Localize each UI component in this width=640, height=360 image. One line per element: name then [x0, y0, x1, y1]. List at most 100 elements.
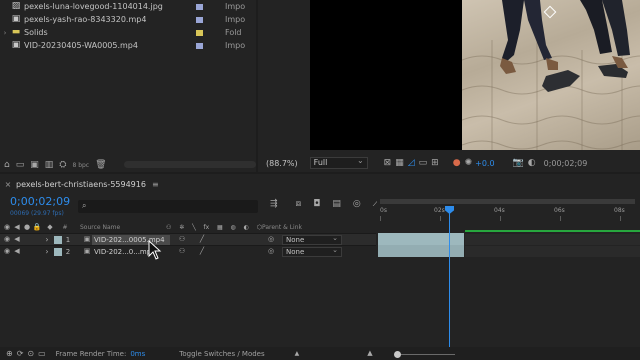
viewer-timecode[interactable]: 0;00;02;09: [544, 159, 588, 168]
video-eye-icon[interactable]: ◉: [2, 224, 12, 231]
draft-3d-icon[interactable]: ⧈: [296, 200, 302, 209]
layer-audio-icon[interactable]: ◀: [12, 248, 22, 255]
fx-icon[interactable]: fx: [204, 224, 210, 231]
label-color-swatch[interactable]: [196, 3, 203, 10]
project-item-type: Impo: [225, 2, 246, 11]
source-name-header[interactable]: Source Name: [72, 224, 166, 231]
label-color-swatch[interactable]: [196, 16, 203, 23]
layer-visibility-icon[interactable]: ◉: [2, 248, 12, 255]
magnification-dropdown[interactable]: (88.7%): [266, 159, 298, 168]
new-composition-icon[interactable]: ▣: [30, 160, 39, 170]
solo-icon[interactable]: ●: [22, 224, 32, 231]
motion-blur-icon[interactable]: ◎: [353, 200, 361, 209]
current-time-indicator[interactable]: [449, 206, 450, 360]
region-of-interest-icon[interactable]: ▭: [419, 158, 428, 168]
current-time-display[interactable]: 0;00;02;09: [10, 195, 70, 208]
quality-icon[interactable]: ╲: [192, 224, 196, 231]
time-stretch-icon[interactable]: ▭: [38, 349, 46, 358]
layer-label-swatch[interactable]: [54, 247, 62, 256]
channel-icon[interactable]: ●: [453, 158, 461, 168]
collapse-icon[interactable]: ✲: [179, 224, 184, 231]
project-item-name[interactable]: VID-20230405-WA0005.mp4: [24, 41, 196, 50]
rendered-cache-indicator: [465, 230, 640, 232]
mouse-cursor-icon: [148, 240, 162, 260]
panel-menu-icon[interactable]: ≡: [152, 180, 159, 189]
shy-switch-icon[interactable]: ⚇: [176, 248, 188, 255]
composition-name[interactable]: pexels-bert-christiaens-5594916: [16, 180, 146, 189]
parent-dropdown[interactable]: None: [282, 234, 342, 245]
shy-icon[interactable]: ⚇: [166, 224, 171, 231]
twirl-arrow-icon[interactable]: ›: [42, 247, 52, 256]
pickwhip-icon[interactable]: ◎: [266, 236, 276, 243]
zoom-out-icon[interactable]: ▲: [295, 350, 300, 357]
switch-pane-icon[interactable]: ⟳: [17, 349, 24, 358]
lock-icon[interactable]: 🔒: [32, 224, 42, 231]
mask-visibility-icon[interactable]: ◿: [408, 158, 415, 168]
timeline-zoom-slider[interactable]: [395, 354, 455, 355]
interpret-footage-icon[interactable]: ⌂: [4, 160, 10, 170]
label-tag-icon: ◆: [47, 223, 53, 231]
timeline-zoom-knob[interactable]: [394, 351, 401, 358]
ruler-tick-label: 0s: [380, 207, 387, 214]
close-icon[interactable]: ×: [0, 180, 16, 189]
expand-arrow-icon[interactable]: ›: [0, 29, 10, 37]
layer-row[interactable]: ◉ ◀ › 2 ▣ VID-202...0...mp4 ⚇ ╱ ◎ None: [0, 245, 376, 257]
project-item[interactable]: ▣ VID-20230405-WA0005.mp4 Impo: [0, 39, 256, 52]
exposure-value[interactable]: +0.0: [475, 159, 494, 168]
layer-duration-bar[interactable]: [378, 233, 464, 245]
resolution-dropdown[interactable]: Full: [309, 156, 368, 169]
layer-duration-bar[interactable]: [378, 245, 464, 257]
zoom-in-icon[interactable]: ▲: [367, 350, 372, 357]
mode-pane-icon[interactable]: ⊙: [27, 349, 34, 358]
ruler-tick: [440, 216, 441, 221]
bit-depth-label[interactable]: 8 bpc: [72, 162, 89, 169]
fast-previews-icon[interactable]: ⊠: [384, 158, 392, 168]
parent-dropdown[interactable]: None: [282, 246, 342, 257]
adjust-icon[interactable]: ▥: [45, 160, 54, 170]
toggle-switches-modes[interactable]: Toggle Switches / Modes: [179, 350, 264, 358]
frame-blending-icon[interactable]: ▤: [332, 200, 341, 209]
audio-icon[interactable]: ◀: [12, 224, 22, 231]
transparency-grid-icon[interactable]: ▦: [395, 158, 404, 168]
project-item[interactable]: ▨ pexels-luna-lovegood-1104014.jpg Impo: [0, 0, 256, 13]
shy-layers-icon[interactable]: ◘: [313, 200, 320, 209]
work-area-bar[interactable]: [380, 199, 635, 204]
ruler-tick: [560, 216, 561, 221]
snapshot-icon[interactable]: 📷: [513, 158, 524, 168]
twirl-arrow-icon[interactable]: ›: [42, 235, 52, 244]
grid-guides-icon[interactable]: ⊞: [431, 158, 439, 168]
parent-link-header[interactable]: Parent & Link: [262, 224, 302, 231]
show-snapshot-icon[interactable]: ◐: [528, 158, 536, 168]
reset-exposure-icon[interactable]: ✺: [465, 158, 473, 168]
project-item-name[interactable]: pexels-luna-lovegood-1104014.jpg: [24, 2, 196, 11]
project-item-name[interactable]: pexels-yash-rao-8343320.mp4: [24, 15, 196, 24]
comp-mini-flowchart-icon[interactable]: ⇶: [270, 200, 278, 209]
frame-blend-icon[interactable]: ▦: [217, 224, 223, 231]
render-icon[interactable]: ⊕: [6, 349, 13, 358]
layer-track-empty: [465, 234, 640, 245]
label-color-swatch[interactable]: [196, 29, 203, 36]
quality-switch-icon[interactable]: ╱: [196, 236, 208, 243]
shy-switch-icon[interactable]: ⚇: [176, 236, 188, 243]
project-settings-icon[interactable]: ⛭: [59, 160, 66, 170]
layer-label-swatch[interactable]: [54, 235, 62, 244]
layer-visibility-icon[interactable]: ◉: [2, 236, 12, 243]
layer-search-input[interactable]: ⌕: [78, 200, 258, 213]
image-icon: ▨: [11, 1, 21, 11]
project-item[interactable]: ▣ pexels-yash-rao-8343320.mp4 Impo: [0, 13, 256, 26]
adjustment-layer-icon[interactable]: ◐: [244, 224, 249, 231]
project-item-name[interactable]: Solids: [24, 28, 196, 37]
trash-icon[interactable]: 🗑: [95, 160, 106, 170]
new-folder-icon[interactable]: ▭: [16, 160, 25, 170]
layer-header: ◉ ◀ ● 🔒 ◆ # Source Name ⚇ ✲ ╲ fx ▦ ◍ ◐ ⬡…: [0, 222, 376, 233]
layer-row[interactable]: ◉ ◀ › 1 ▣ VID-202...0005.mp4 ⚇ ╱ ◎ None: [0, 233, 376, 245]
quality-switch-icon[interactable]: ╱: [196, 248, 208, 255]
project-item[interactable]: › ▬ Solids Fold: [0, 26, 256, 39]
motion-blur-switch-icon[interactable]: ◍: [231, 224, 236, 231]
video-frame[interactable]: [462, 0, 640, 150]
layer-audio-icon[interactable]: ◀: [12, 236, 22, 243]
label-color-swatch[interactable]: [196, 42, 203, 49]
pickwhip-icon[interactable]: ◎: [266, 248, 276, 255]
project-scrollbar[interactable]: [124, 161, 256, 168]
timeline-tab[interactable]: × pexels-bert-christiaens-5594916 ≡: [0, 177, 200, 191]
